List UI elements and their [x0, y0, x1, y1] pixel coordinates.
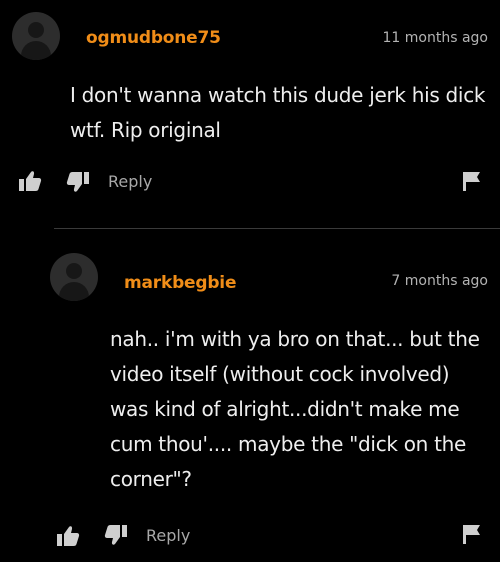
comment-timestamp: 11 months ago — [382, 30, 488, 46]
comments-section: ogmudbone75 11 months ago I don't wanna … — [0, 0, 500, 562]
reply-button[interactable]: Reply — [108, 172, 152, 191]
thumbs-up-icon[interactable] — [56, 525, 80, 547]
reply-button[interactable]: Reply — [146, 526, 190, 545]
thumbs-down-icon[interactable] — [104, 524, 128, 546]
comment-username[interactable]: markbegbie — [124, 273, 236, 293]
comment-timestamp: 7 months ago — [391, 273, 488, 289]
thumbs-down-icon[interactable] — [66, 171, 90, 193]
comment-text: I don't wanna watch this dude jerk his d… — [70, 83, 486, 142]
comment-divider — [54, 228, 500, 229]
flag-icon[interactable] — [462, 524, 482, 544]
flag-icon[interactable] — [462, 171, 482, 191]
avatar[interactable] — [50, 253, 98, 301]
comment-text: nah.. i'm with ya bro on that... but the… — [110, 327, 480, 491]
avatar[interactable] — [12, 12, 60, 60]
comment-username[interactable]: ogmudbone75 — [86, 28, 221, 48]
thumbs-up-icon[interactable] — [18, 170, 42, 192]
